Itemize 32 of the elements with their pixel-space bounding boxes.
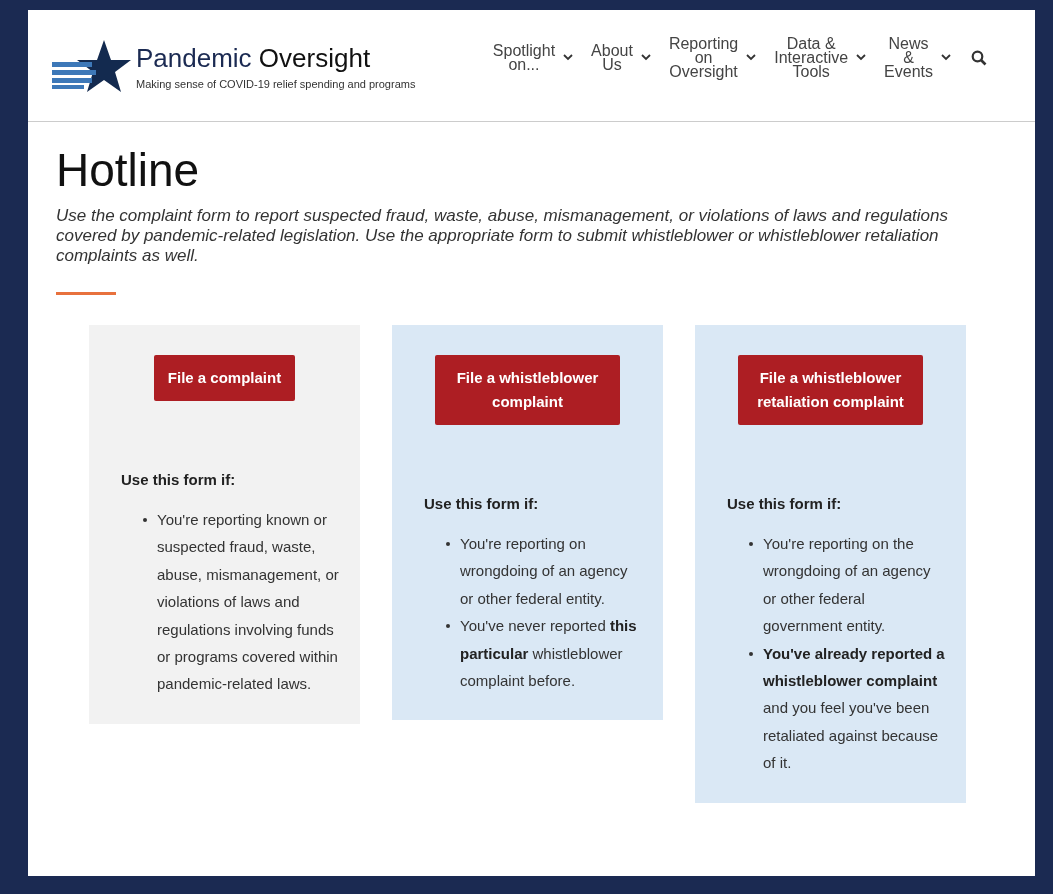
card-heading: Use this form if: bbox=[121, 471, 237, 488]
intro-text: Use the complaint form to report suspected fraud, waste, abuse, mismanagement, or violations of laws and regulations covered by pandemic-related legislation. Use the appropriate form to submit whistleblower or whistleblower retaliation complaints as well. bbox=[56, 206, 949, 266]
bullet-text: You're reporting known or suspected fraud, waste, abuse, mismanagement, or violations of laws and regulations involving funds or programs covered within pandemic-related laws. bbox=[157, 510, 340, 695]
form-button[interactable]: File a whistleblower retaliation complaint bbox=[738, 355, 923, 425]
bullet-text: You're reporting on the wrongdoing of an agency or other federal government entity. bbox=[763, 534, 932, 637]
nav-link[interactable]: About Us bbox=[591, 43, 633, 72]
caret-icon[interactable] bbox=[941, 54, 951, 61]
search-icon[interactable] bbox=[971, 49, 987, 66]
caret-icon[interactable] bbox=[746, 54, 757, 61]
page-title: Hotline bbox=[56, 144, 201, 196]
caret-icon[interactable] bbox=[563, 54, 574, 61]
nav-link[interactable]: News & Events bbox=[884, 36, 933, 79]
bullet-text: You've never reported this particular whistleblower complaint before. bbox=[460, 616, 638, 692]
bullet-dot bbox=[749, 651, 753, 656]
bullet-text: You're reporting on wrongdoing of an agency or other federal entity. bbox=[460, 534, 629, 609]
card-heading: Use this form if: bbox=[424, 495, 540, 512]
bullet-text: You've already reported a whistleblower complaint and you feel you've been retaliated against because of it. bbox=[763, 643, 946, 774]
form-button[interactable]: File a whistleblower complaint bbox=[435, 355, 620, 425]
bullet-dot bbox=[749, 542, 753, 546]
card-heading: Use this form if: bbox=[727, 495, 843, 512]
site-name[interactable]: Pandemic Oversight bbox=[136, 41, 416, 74]
caret-icon[interactable] bbox=[640, 54, 651, 61]
form-button[interactable]: File a complaint bbox=[153, 355, 296, 401]
bullet-dot bbox=[446, 542, 450, 546]
nav-link[interactable]: Reporting on Oversight bbox=[668, 36, 739, 79]
nav-link[interactable]: Spotlight on... bbox=[492, 43, 556, 72]
accent-rule bbox=[56, 292, 116, 295]
bullet-dot bbox=[143, 518, 147, 522]
bullet-dot bbox=[446, 624, 450, 629]
site-tagline: Making sense of COVID-19 relief spending and programs bbox=[136, 77, 416, 90]
caret-icon[interactable] bbox=[856, 54, 867, 61]
nav-link[interactable]: Data & Interactive Tools bbox=[774, 36, 849, 79]
